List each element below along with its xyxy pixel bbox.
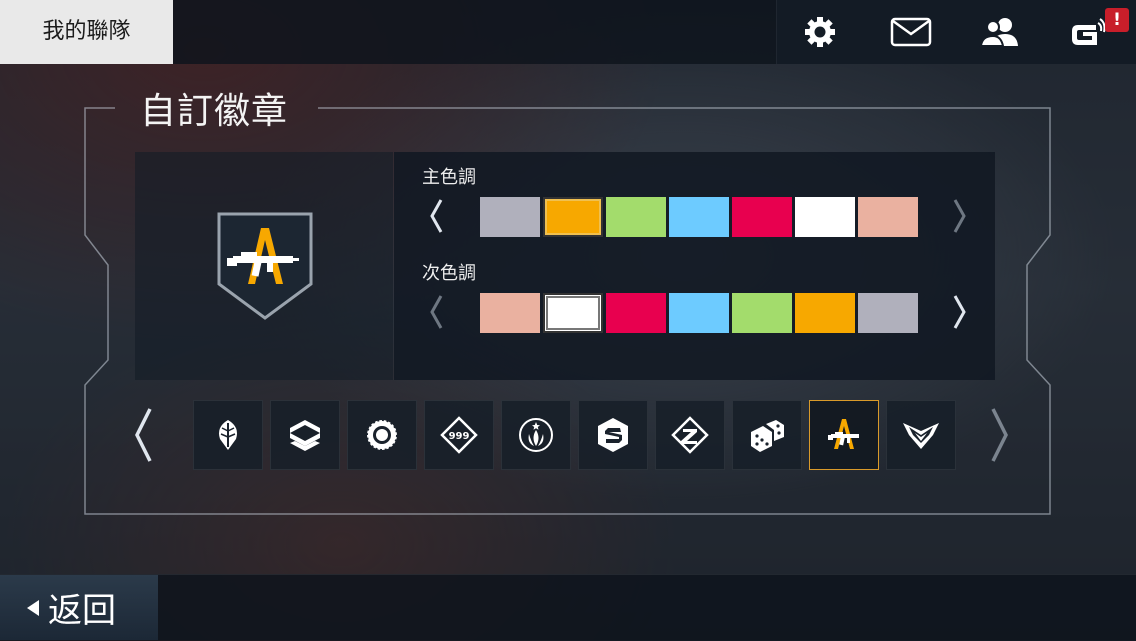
emblem-saw-blade[interactable] <box>347 400 417 470</box>
badge-preview <box>217 212 313 320</box>
s-hexagon-icon <box>598 418 628 452</box>
emblem-rifle[interactable] <box>809 400 879 470</box>
primary-color-swatch[interactable] <box>606 197 666 237</box>
dice-icon <box>751 420 784 452</box>
emblem-feather[interactable] <box>193 400 263 470</box>
bottom-bar <box>0 574 1136 641</box>
emblem-999-diamond[interactable]: 999 <box>424 400 494 470</box>
gear-icon[interactable] <box>798 12 842 52</box>
friends-icon[interactable] <box>978 12 1022 52</box>
primary-prev-arrow[interactable] <box>424 196 448 236</box>
flame-star-icon <box>519 418 553 452</box>
emblem-s-hexagon[interactable] <box>578 400 648 470</box>
secondary-color-swatch[interactable] <box>669 293 729 333</box>
emblem-prev-arrow[interactable] <box>128 405 158 465</box>
notification-badge: ! <box>1105 8 1129 32</box>
primary-color-label: 主色調 <box>422 167 476 188</box>
color-panel: 主色調 次色調 <box>394 152 995 380</box>
emblem-wings[interactable] <box>886 400 956 470</box>
panel-title: 自訂徽章 <box>140 91 289 132</box>
primary-next-arrow[interactable] <box>948 196 972 236</box>
secondary-color-swatch[interactable] <box>858 293 918 333</box>
emblem-chevron-layers[interactable] <box>270 400 340 470</box>
primary-color-swatch[interactable] <box>669 197 729 237</box>
secondary-next-arrow[interactable] <box>948 292 972 332</box>
wings-icon <box>903 423 939 449</box>
primary-color-swatch[interactable] <box>795 197 855 237</box>
emblem-z-diamond[interactable] <box>655 400 725 470</box>
secondary-color-swatch[interactable] <box>543 293 603 333</box>
emblem-next-arrow[interactable] <box>985 405 1015 465</box>
secondary-color-label: 次色調 <box>422 263 476 284</box>
mail-icon[interactable] <box>889 12 933 52</box>
saw-blade-icon <box>366 419 398 451</box>
secondary-color-swatch[interactable] <box>480 293 540 333</box>
rifle-icon <box>828 419 859 449</box>
primary-color-swatch[interactable] <box>858 197 918 237</box>
svg-text:999: 999 <box>449 431 470 442</box>
primary-color-swatch[interactable] <box>480 197 540 237</box>
gameloft-icon[interactable] <box>1066 12 1110 52</box>
secondary-prev-arrow[interactable] <box>424 292 448 332</box>
999-diamond-icon: 999 <box>440 416 478 454</box>
top-bar: 我的聯隊 ! <box>0 0 1136 64</box>
secondary-color-swatch[interactable] <box>795 293 855 333</box>
secondary-color-swatch[interactable] <box>606 293 666 333</box>
emblem-dice[interactable] <box>732 400 802 470</box>
primary-color-swatch[interactable] <box>543 197 603 237</box>
back-button[interactable]: 返回 <box>0 575 158 640</box>
feather-icon <box>219 420 237 450</box>
z-diamond-icon <box>671 416 709 454</box>
back-arrow-icon <box>27 599 39 616</box>
badge-preview-area <box>135 152 393 380</box>
my-squad-tab[interactable]: 我的聯隊 <box>0 0 173 64</box>
secondary-color-swatch[interactable] <box>732 293 792 333</box>
emblem-flame-star[interactable] <box>501 400 571 470</box>
back-label: 返回 <box>48 591 116 631</box>
primary-color-swatch[interactable] <box>732 197 792 237</box>
chevron-layers-icon <box>290 420 320 451</box>
